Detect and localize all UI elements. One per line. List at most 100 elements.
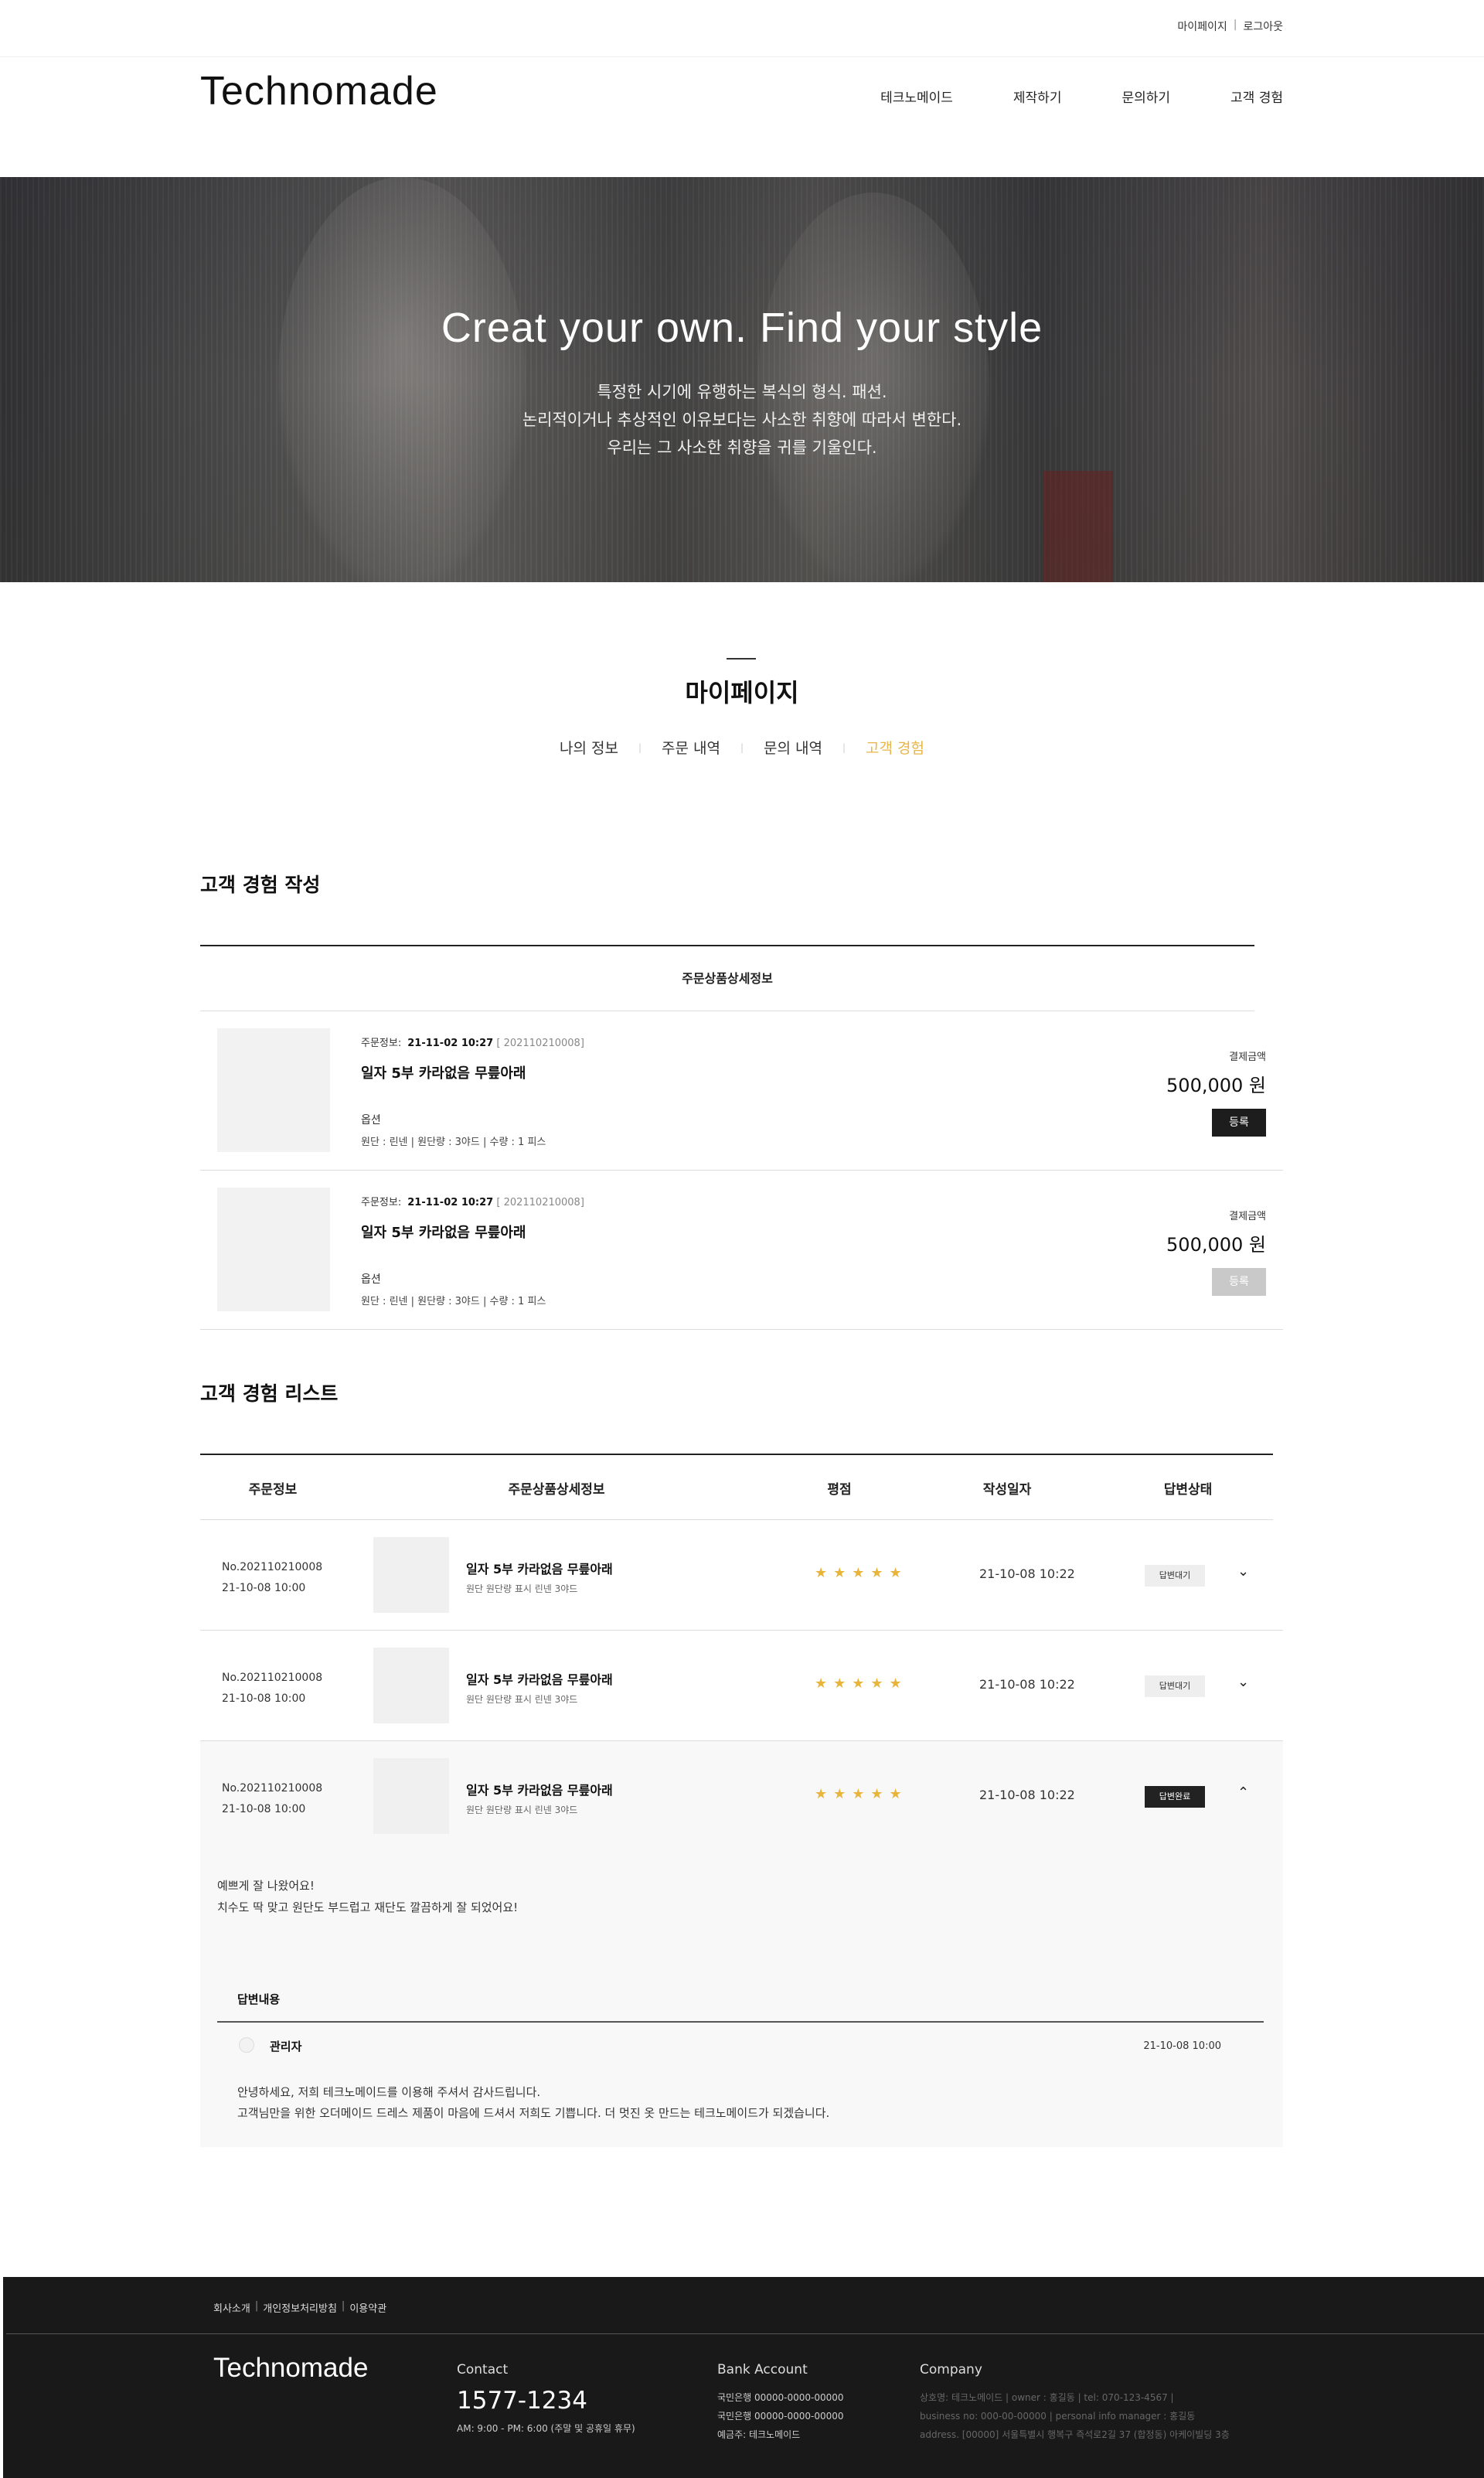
option-label: 옵션 bbox=[361, 1114, 381, 1127]
order-ref: No.202110210008 21-10-08 10:00 bbox=[222, 1557, 322, 1599]
footer-bank: Bank Account 국민은행 00000-0000-00000 국민은행 … bbox=[717, 2362, 844, 2444]
review-line: 예쁘게 잘 나왔어요! bbox=[217, 1879, 315, 1893]
answer-date: 21-10-08 10:00 bbox=[1143, 2040, 1221, 2052]
footer-link-terms[interactable]: 이용약관 bbox=[349, 2300, 386, 2315]
option-value: 원단 : 린넨 | 원단량 : 3야드 | 수량 : 1 피스 bbox=[361, 1137, 546, 1148]
order-number: [ 202110210008] bbox=[496, 1038, 584, 1049]
review-row[interactable]: No.202110210008 21-10-08 10:00 일자 5부 카라없음… bbox=[200, 1631, 1283, 1741]
option-label: 옵션 bbox=[361, 1273, 381, 1286]
company-line: 상호명: 테크노메이드 | owner : 홍길동 | tel: 070-123… bbox=[920, 2392, 1174, 2403]
tab-experience[interactable]: 고객 경험 bbox=[866, 737, 924, 758]
tab-divider: | bbox=[638, 742, 642, 753]
contact-title: Contact bbox=[457, 2362, 509, 2377]
col-order-info: 주문정보 bbox=[248, 1482, 298, 1498]
col-product-detail: 주문상품상세정보 bbox=[508, 1482, 605, 1498]
order-ref: No.202110210008 21-10-08 10:00 bbox=[222, 1778, 322, 1820]
written-date: 21-10-08 10:22 bbox=[979, 1788, 1075, 1802]
tab-inquiries[interactable]: 문의 내역 bbox=[764, 737, 822, 758]
company-line: business no: 000-00-00000 | personal inf… bbox=[920, 2411, 1196, 2422]
bank-line: 국민은행 00000-0000-00000 bbox=[717, 2411, 844, 2422]
chevron-down-icon[interactable]: ⌄ bbox=[1237, 1674, 1249, 1690]
order-number: [ 202110210008] bbox=[496, 1197, 584, 1208]
footer: 회사소개 | 개인정보처리방침 | 이용약관 Technomade Contac… bbox=[3, 2277, 1484, 2478]
star-rating: ★★★★★ bbox=[815, 1565, 908, 1581]
order-no: No.202110210008 bbox=[222, 1672, 323, 1684]
tab-divider: | bbox=[842, 742, 846, 753]
nav-item-technomade[interactable]: 테크노메이드 bbox=[880, 87, 953, 106]
order-datetime: 21-11-02 10:27 bbox=[407, 1197, 494, 1208]
admin-name: 관리자 bbox=[270, 2040, 302, 2054]
product-thumbnail bbox=[373, 1537, 449, 1613]
hero-subtitle: 특정한 시기에 유행하는 복식의 형식. 패션. 논리적이거나 추상적인 이유보… bbox=[0, 378, 1484, 462]
hero-title: Creat your own. Find your style bbox=[441, 305, 1043, 351]
product-name: 일자 5부 카라없음 무릎아래 bbox=[361, 1225, 526, 1241]
order-info-label: 주문정보: bbox=[361, 1038, 402, 1049]
order-date: 21-10-08 10:00 bbox=[222, 1803, 306, 1815]
hero-line: 논리적이거나 추상적인 이유보다는 사소한 취향에 따라서 변한다. bbox=[522, 411, 962, 429]
admin-avatar-icon bbox=[239, 2037, 254, 2053]
company-line: address. [00000] 서울특별시 행복구 즉석로2길 37 (합정동… bbox=[920, 2429, 1230, 2440]
order-item: 주문정보: 21-11-02 10:27 [ 202110210008] 일자 5… bbox=[200, 1171, 1283, 1330]
payment-amount: 500,000 원 bbox=[1166, 1234, 1266, 1256]
tab-my-info[interactable]: 나의 정보 bbox=[560, 737, 618, 758]
review-table-header: 주문정보 주문상품상세정보 평점 작성일자 답변상태 bbox=[200, 1455, 1273, 1520]
answer-line: 안녕하세요, 저희 테크노메이드를 이용해 주셔서 감사드립니다. bbox=[237, 2085, 541, 2099]
product-name: 일자 5부 카라없음 무릎아래 bbox=[361, 1065, 526, 1082]
review-line: 치수도 딱 맞고 원단도 부드럽고 재단도 깔끔하게 잘 되었어요! bbox=[217, 1900, 519, 1914]
answer-divider bbox=[217, 2021, 1264, 2023]
order-info-label: 주문정보: bbox=[361, 1197, 402, 1208]
bank-title: Bank Account bbox=[717, 2362, 808, 2377]
review-row[interactable]: No.202110210008 21-10-08 10:00 일자 5부 카라없음… bbox=[200, 1520, 1283, 1631]
product-thumbnail bbox=[373, 1758, 449, 1834]
order-no: No.202110210008 bbox=[222, 1782, 323, 1795]
tab-orders[interactable]: 주문 내역 bbox=[662, 737, 720, 758]
col-rating: 평점 bbox=[827, 1482, 852, 1498]
order-no: No.202110210008 bbox=[222, 1561, 323, 1573]
col-written-date: 작성일자 bbox=[982, 1482, 1032, 1498]
site-logo[interactable]: Technomade bbox=[200, 68, 438, 114]
payment-label: 결제금액 bbox=[1229, 1052, 1266, 1063]
hero-banner: Creat your own. Find your style 특정한 시기에 … bbox=[0, 177, 1484, 582]
star-rating: ★★★★★ bbox=[815, 1675, 908, 1692]
col-answer-status: 답변상태 bbox=[1163, 1482, 1213, 1498]
nav-item-inquiry[interactable]: 문의하기 bbox=[1122, 87, 1170, 106]
order-table-header: 주문상품상세정보 bbox=[200, 946, 1254, 1011]
product-name: 일자 5부 카라없음 무릎아래 bbox=[466, 1672, 613, 1687]
answer-line: 고객님만을 위한 오더메이드 드레스 제품이 마음에 드셔서 저희도 기쁩니다.… bbox=[237, 2106, 830, 2120]
payment-label: 결제금액 bbox=[1229, 1211, 1266, 1222]
footer-link-about[interactable]: 회사소개 bbox=[213, 2300, 250, 2315]
order-date: 21-10-08 10:00 bbox=[222, 1692, 306, 1705]
product-name: 일자 5부 카라없음 무릎아래 bbox=[466, 1562, 613, 1576]
footer-divider bbox=[6, 2333, 1484, 2334]
footer-company: Company 상호명: 테크노메이드 | owner : 홍길동 | tel:… bbox=[920, 2362, 1230, 2444]
list-section-title: 고객 경험 리스트 bbox=[200, 1382, 339, 1405]
register-button-disabled[interactable]: 등록 bbox=[1212, 1268, 1266, 1296]
order-ref: No.202110210008 21-10-08 10:00 bbox=[222, 1668, 322, 1709]
option-value: 원단 : 린넨 | 원단량 : 3야드 | 수량 : 1 피스 bbox=[361, 1296, 546, 1307]
nav-item-experience[interactable]: 고객 경험 bbox=[1230, 87, 1283, 106]
footer-link-privacy[interactable]: 개인정보처리방침 bbox=[263, 2300, 337, 2315]
bank-holder: 예금주: 테크노메이드 bbox=[717, 2429, 801, 2440]
chevron-down-icon[interactable]: ⌄ bbox=[1237, 1563, 1249, 1580]
order-item: 주문정보: 21-11-02 10:27 [ 202110210008] 일자 5… bbox=[200, 1011, 1283, 1171]
review-detail-panel: 예쁘게 잘 나왔어요! 치수도 딱 맞고 원단도 부드럽고 재단도 깔끔하게 잘… bbox=[200, 1842, 1283, 2147]
register-button[interactable]: 등록 bbox=[1212, 1109, 1266, 1137]
mypage-tabs: 나의 정보 | 주문 내역 | 문의 내역 | 고객 경험 bbox=[0, 737, 1484, 758]
nav-item-make[interactable]: 제작하기 bbox=[1013, 87, 1062, 106]
mypage-link[interactable]: 마이페이지 bbox=[1177, 19, 1227, 34]
footer-contact: Contact 1577-1234 AM: 9:00 - PM: 6:00 (주… bbox=[457, 2362, 635, 2438]
contact-phone: 1577-1234 bbox=[457, 2387, 587, 2415]
written-date: 21-10-08 10:22 bbox=[979, 1677, 1075, 1692]
contact-hours: AM: 9:00 - PM: 6:00 (주말 및 공휴일 휴무) bbox=[457, 2423, 635, 2434]
chevron-up-icon[interactable]: ⌃ bbox=[1237, 1784, 1249, 1801]
logout-link[interactable]: 로그아웃 bbox=[1243, 19, 1283, 34]
product-thumbnail bbox=[373, 1648, 449, 1723]
product-name: 일자 5부 카라없음 무릎아래 bbox=[466, 1783, 613, 1798]
product-thumbnail bbox=[217, 1028, 330, 1152]
answer-text: 안녕하세요, 저희 테크노메이드를 이용해 주셔서 감사드립니다. 고객님만을 … bbox=[237, 2082, 829, 2124]
main-nav: 테크노메이드 제작하기 문의하기 고객 경험 bbox=[880, 87, 1283, 106]
write-section-title: 고객 경험 작성 bbox=[200, 874, 321, 896]
footer-links: 회사소개 | 개인정보처리방침 | 이용약관 bbox=[213, 2300, 386, 2315]
product-option: 원단 원단량 표시 린넨 3야드 bbox=[466, 1805, 578, 1815]
review-row-expanded[interactable]: No.202110210008 21-10-08 10:00 일자 5부 카라없음… bbox=[200, 1741, 1283, 1852]
